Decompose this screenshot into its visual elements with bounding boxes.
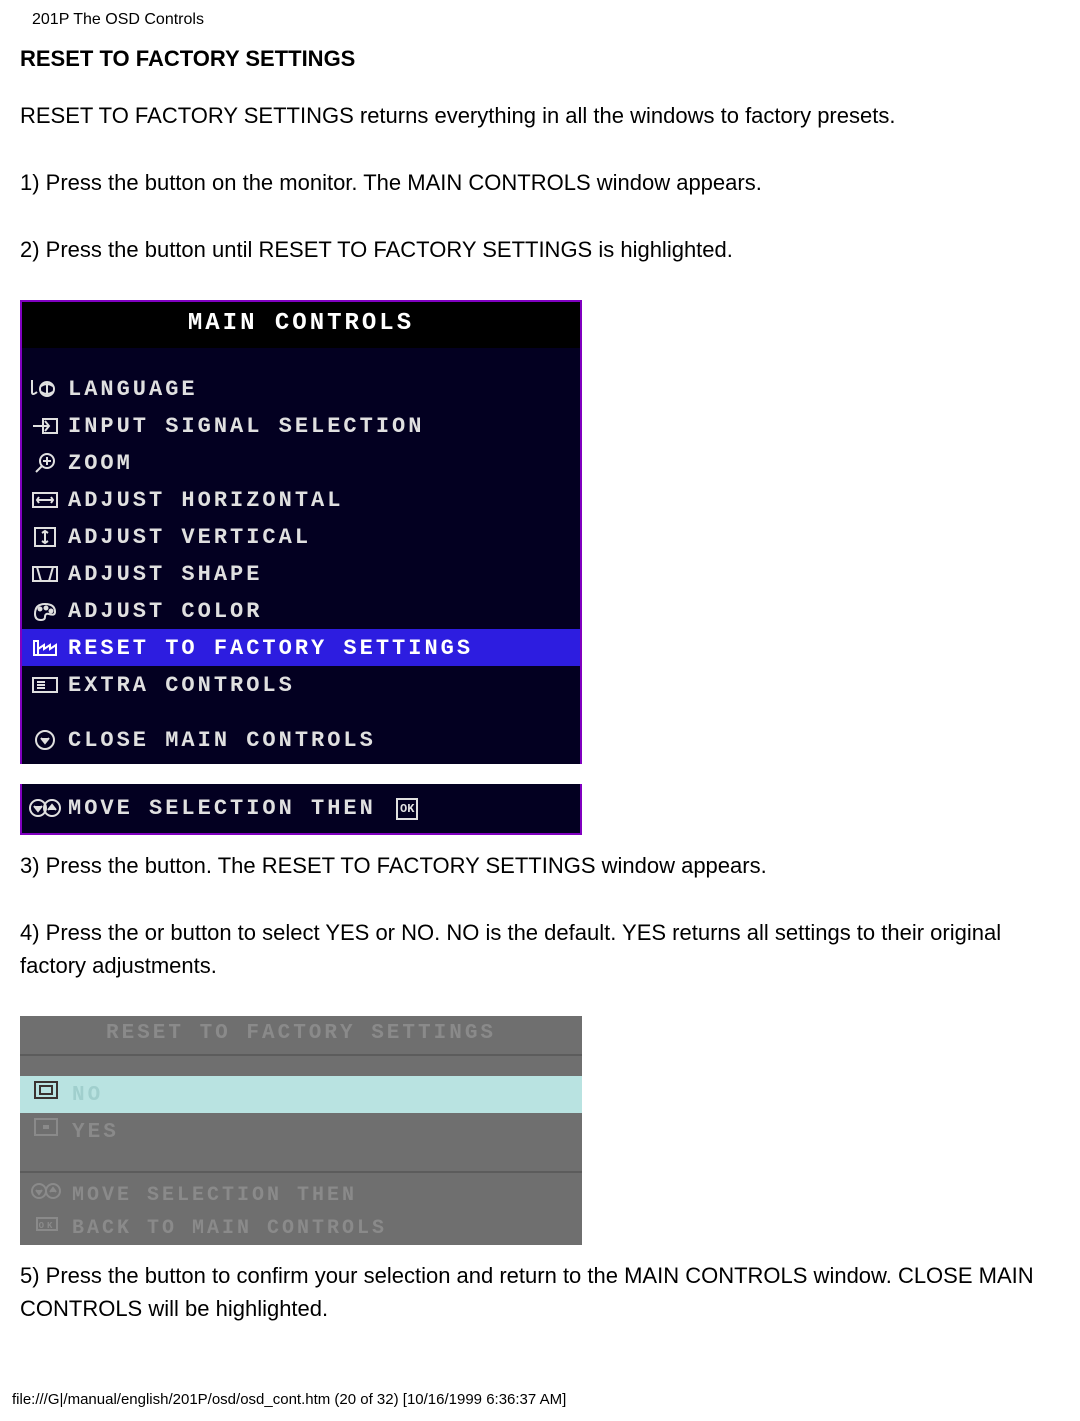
checkbox-yes-icon xyxy=(20,1115,72,1148)
osd-label: CLOSE MAIN CONTROLS xyxy=(68,722,580,757)
osd-main-controls: MAIN CONTROLS LANGUAGE INPUT SIGNAL SELE… xyxy=(20,300,582,835)
up-down-icon xyxy=(22,797,68,819)
svg-text:OK: OK xyxy=(39,1221,56,1231)
step-5: 5) Press the button to confirm your sele… xyxy=(20,1259,1060,1325)
ok-icon: OK xyxy=(396,798,418,820)
osd-row-adjust-horizontal: ADJUST HORIZONTAL xyxy=(22,481,580,518)
osd-row-adjust-shape: ADJUST SHAPE xyxy=(22,555,580,592)
osd-row-language: LANGUAGE xyxy=(22,370,580,407)
osd-label: ADJUST SHAPE xyxy=(68,556,580,591)
up-down-icon xyxy=(20,1179,72,1212)
factory-icon xyxy=(22,637,68,659)
section-title: RESET TO FACTORY SETTINGS xyxy=(20,42,1060,75)
intro-paragraph: RESET TO FACTORY SETTINGS returns everyt… xyxy=(20,99,1060,132)
language-icon xyxy=(22,378,68,400)
osd2-row-yes: YES xyxy=(20,1113,582,1151)
osd-footer-text: MOVE SELECTION THEN OK xyxy=(68,790,580,825)
step-1: 1) Press the button on the monitor. The … xyxy=(20,166,1060,199)
osd-label: ADJUST VERTICAL xyxy=(68,519,580,554)
divider xyxy=(20,1171,582,1173)
osd-label: ADJUST COLOR xyxy=(68,593,580,628)
osd-row-close: CLOSE MAIN CONTROLS xyxy=(22,721,580,758)
osd-label: INPUT SIGNAL SELECTION xyxy=(68,408,580,443)
adjust-shape-icon xyxy=(22,563,68,585)
osd2-footer-label: BACK TO MAIN CONTROLS xyxy=(72,1212,582,1244)
adjust-horizontal-icon xyxy=(22,489,68,511)
adjust-vertical-icon xyxy=(22,526,68,548)
input-signal-icon xyxy=(22,415,68,437)
step-2: 2) Press the button until RESET TO FACTO… xyxy=(20,233,1060,266)
osd-footer: MOVE SELECTION THEN OK xyxy=(20,784,582,835)
osd2-row-no: NO xyxy=(20,1076,582,1114)
osd-label: ZOOM xyxy=(68,445,580,480)
osd-label: LANGUAGE xyxy=(68,371,580,406)
osd2-footer-label: MOVE SELECTION THEN xyxy=(72,1179,582,1211)
osd2-label: NO xyxy=(72,1078,582,1112)
adjust-color-icon xyxy=(22,600,68,622)
osd-label: RESET TO FACTORY SETTINGS xyxy=(68,630,580,665)
page-footer: file:///G|/manual/english/201P/osd/osd_c… xyxy=(0,1359,1080,1421)
osd-row-input-signal: INPUT SIGNAL SELECTION xyxy=(22,407,580,444)
step-3: 3) Press the button. The RESET TO FACTOR… xyxy=(20,849,1060,882)
step-4: 4) Press the or button to select YES or … xyxy=(20,916,1060,982)
osd-row-reset-factory: RESET TO FACTORY SETTINGS xyxy=(22,629,580,666)
osd-row-adjust-color: ADJUST COLOR xyxy=(22,592,580,629)
osd-title: MAIN CONTROLS xyxy=(22,302,580,348)
osd-row-adjust-vertical: ADJUST VERTICAL xyxy=(22,518,580,555)
osd2-title: RESET TO FACTORY SETTINGS xyxy=(20,1016,582,1056)
osd-label: ADJUST HORIZONTAL xyxy=(68,482,580,517)
ok-back-icon: OK xyxy=(20,1212,72,1245)
osd2-footer-back: OK BACK TO MAIN CONTROLS xyxy=(20,1212,582,1245)
osd-row-extra-controls: EXTRA CONTROLS xyxy=(22,666,580,703)
close-icon xyxy=(22,729,68,751)
osd2-footer-move: MOVE SELECTION THEN xyxy=(20,1179,582,1212)
osd-footer-label: MOVE SELECTION THEN xyxy=(68,796,376,821)
osd-reset-factory: RESET TO FACTORY SETTINGS NO YES MOVE SE… xyxy=(20,1016,582,1245)
page-header: 201P The OSD Controls xyxy=(20,0,1060,32)
osd-row-zoom: ZOOM xyxy=(22,444,580,481)
osd2-label: YES xyxy=(72,1115,582,1149)
zoom-icon xyxy=(22,452,68,474)
checkbox-no-icon xyxy=(20,1078,72,1111)
extra-controls-icon xyxy=(22,674,68,696)
osd-label: EXTRA CONTROLS xyxy=(68,667,580,702)
